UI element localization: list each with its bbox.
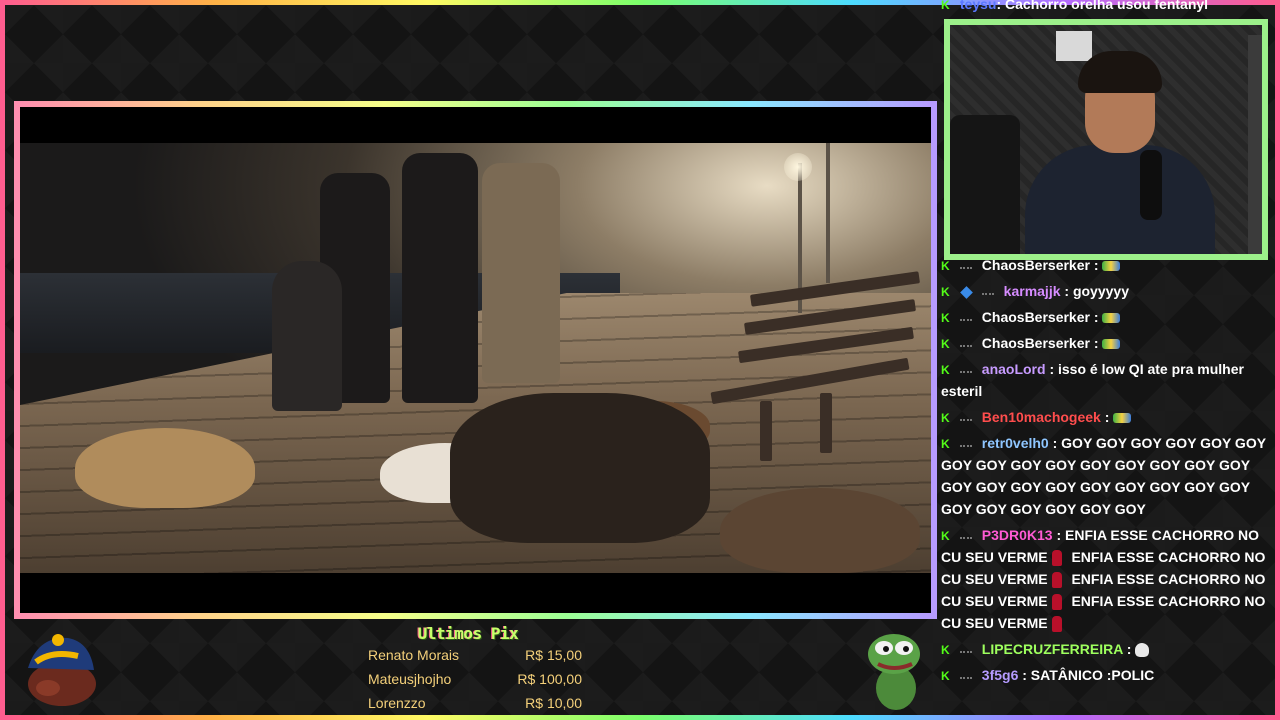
donation-amount: R$ 10,00	[525, 695, 582, 711]
donor-name: Mateusjhojho	[368, 671, 452, 687]
kick-badge-icon: K	[941, 363, 950, 378]
kick-badge-icon: K	[941, 411, 950, 426]
chat-message: K retr0velh0 : GOY GOY GOY GOY GOY GOY G…	[941, 432, 1271, 520]
scene-person	[402, 153, 478, 403]
chat-message: K teysu: Cachorro orelha usou fentanyl	[941, 0, 1271, 14]
chat-username[interactable]: ChaosBerserker	[982, 309, 1090, 325]
chat-username[interactable]: retr0velh0	[982, 435, 1049, 451]
kick-badge-icon: K	[941, 0, 950, 13]
chat-message: K Ben10machogeek :	[941, 406, 1271, 428]
chat-message-text: :	[1089, 309, 1103, 325]
sub-badge-icon	[959, 263, 972, 270]
chat-message: K P3DR0K13 : ENFIA ESSE CACHORRO NO CU S…	[941, 524, 1271, 634]
chat-panel: K teysu: Cachorro orelha usou fentanyl K…	[941, 0, 1271, 720]
rainbow-bar-emote-icon	[1113, 413, 1132, 424]
red-emote-icon	[1051, 550, 1062, 567]
kick-badge-icon: K	[941, 337, 950, 352]
chat-message-text: : Cachorro orelha usou fentanyl	[996, 0, 1209, 12]
sub-badge-icon	[981, 289, 994, 296]
chat-message-text: :	[1100, 409, 1114, 425]
scene-lamp-post	[826, 143, 830, 283]
skull-emote-icon	[1135, 643, 1150, 658]
chat-username[interactable]: Ben10machogeek	[982, 409, 1101, 425]
red-emote-icon	[1051, 594, 1062, 611]
sub-badge-icon	[959, 315, 972, 322]
chat-message-text: : SATÂNICO :POLIC	[1018, 667, 1155, 683]
sub-badge-icon	[959, 367, 972, 374]
red-emote-icon	[1051, 616, 1062, 633]
chat-message-list: K ChaosBerserker : K karmajjk : goyyyyy …	[941, 254, 1271, 690]
scene-bench	[710, 271, 925, 461]
rainbow-bar-emote-icon	[1102, 261, 1121, 272]
kick-badge-icon: K	[941, 285, 950, 300]
scene-lamp-glow	[784, 153, 812, 181]
video-scene-boardwalk-dogs	[20, 143, 931, 573]
chat-username[interactable]: teysu	[960, 0, 997, 12]
chat-username[interactable]: ChaosBerserker	[982, 335, 1090, 351]
scene-stroller	[272, 261, 342, 411]
red-emote-icon	[1051, 572, 1062, 589]
sub-badge-icon	[959, 673, 972, 680]
chat-message: K ChaosBerserker :	[941, 306, 1271, 328]
chat-username[interactable]: LIPECRUZFERREIRA	[982, 641, 1123, 657]
video-player-frame	[14, 101, 937, 619]
chat-username[interactable]: ChaosBerserker	[982, 257, 1090, 273]
rainbow-bar-emote-icon	[1102, 339, 1121, 350]
kick-badge-icon: K	[941, 437, 950, 452]
donations-title: Ultimos Pix	[417, 624, 519, 643]
channel-avatar-icon	[28, 634, 96, 706]
donor-name: Lorenzzo	[368, 695, 426, 711]
chat-username[interactable]: anaoLord	[982, 361, 1046, 377]
scene-dog-golden	[75, 428, 255, 508]
chat-message: K 3f5g6 : SATÂNICO :POLIC	[941, 664, 1271, 686]
sub-badge-icon	[959, 341, 972, 348]
sub-badge-icon	[959, 441, 972, 448]
pepe-frog-icon	[868, 634, 920, 710]
donation-row: Lorenzzo R$ 10,00	[368, 691, 582, 715]
chat-message: K ChaosBerserker :	[941, 332, 1271, 354]
chat-message: K ChaosBerserker :	[941, 254, 1271, 276]
rainbow-bar-emote-icon	[1102, 313, 1121, 324]
sub-badge-icon	[959, 415, 972, 422]
scene-dog-brown-right	[720, 488, 920, 573]
kick-badge-icon: K	[941, 643, 950, 658]
donation-row: Mateusjhojho R$ 100,00	[368, 667, 582, 691]
sub-badge-icon	[959, 533, 972, 540]
chat-message-text: :	[1089, 257, 1103, 273]
cube-badge-icon	[960, 285, 973, 299]
chat-username[interactable]: 3f5g6	[982, 667, 1019, 683]
chat-message-text: : goyyyyy	[1060, 283, 1129, 299]
kick-badge-icon: K	[941, 311, 950, 326]
chat-message: K anaoLord : isso é low QI ate pra mulhe…	[941, 358, 1271, 402]
kick-badge-icon: K	[941, 259, 950, 274]
sub-badge-icon	[959, 647, 972, 654]
chat-username[interactable]: karmajjk	[1004, 283, 1061, 299]
scene-person	[482, 163, 560, 383]
kick-badge-icon: K	[941, 669, 950, 684]
video-player[interactable]	[20, 107, 931, 613]
chat-username[interactable]: P3DR0K13	[982, 527, 1053, 543]
scene-dog-shepherd	[450, 393, 710, 543]
donation-amount: R$ 100,00	[517, 671, 582, 687]
donation-row: Renato Morais R$ 15,00	[368, 643, 582, 667]
donation-amount: R$ 15,00	[525, 647, 582, 663]
chat-message: K karmajjk : goyyyyy	[941, 280, 1271, 302]
chat-message-text: :	[1089, 335, 1103, 351]
chat-message-text: :	[1122, 641, 1136, 657]
chat-message: K LIPECRUZFERREIRA :	[941, 638, 1271, 660]
donations-widget: Ultimos Pix Renato Morais R$ 15,00 Mateu…	[368, 624, 582, 715]
donor-name: Renato Morais	[368, 647, 460, 663]
kick-badge-icon: K	[941, 529, 950, 544]
